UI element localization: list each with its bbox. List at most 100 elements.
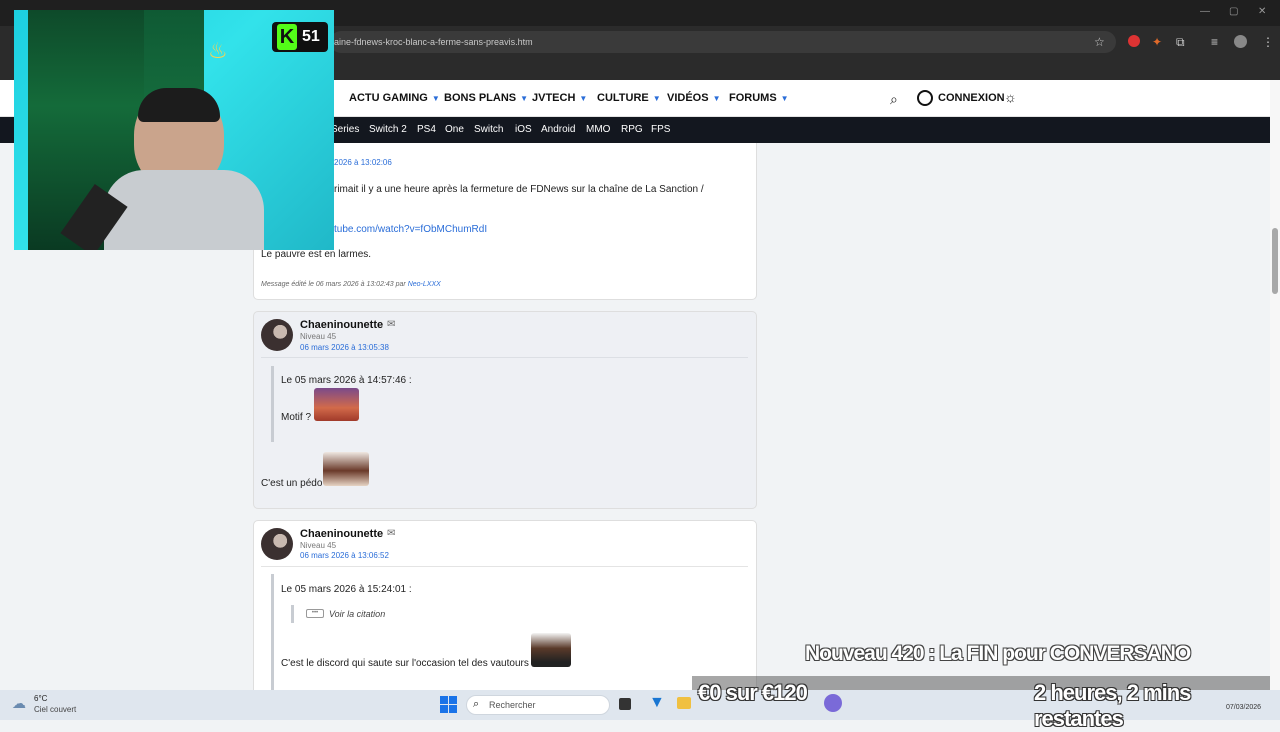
post-edit-note: Message édité le 06 mars 2026 à 13:02:43… [261, 281, 441, 288]
star-icon[interactable]: ☆ [1094, 35, 1105, 49]
nav-label: JVTECH [532, 92, 576, 104]
task-view-icon[interactable] [619, 698, 631, 710]
login-button[interactable]: CONNEXION [938, 92, 1005, 104]
streamer-shirt [104, 170, 264, 250]
extension-icon[interactable] [1128, 35, 1140, 47]
subgoal-text: €0 sur €120 [698, 680, 808, 706]
edit-author-link[interactable]: Neo-LXXX [408, 281, 441, 288]
chevron-down-icon: ▼ [652, 94, 661, 103]
post-link[interactable]: tube.com/watch?v=fObMChumRdI [334, 224, 487, 235]
theme-toggle-icon[interactable]: ☼ [1004, 89, 1017, 105]
scrollbar[interactable] [1270, 80, 1280, 690]
maximize-icon[interactable]: ▢ [1229, 6, 1238, 17]
quote-header: Le 05 mars 2026 à 14:57:46 : [281, 375, 412, 386]
stream-title: Nouveau 420 : La FIN pour CONVERSANO [805, 642, 1191, 665]
profile-icon[interactable] [1234, 35, 1247, 48]
nav-label: ACTU GAMING [349, 92, 428, 104]
nested-quote [291, 605, 294, 623]
nav-videos[interactable]: VIDÉOS ▼ [667, 92, 721, 104]
sticker-image [314, 388, 359, 421]
streamer-cap [138, 88, 220, 122]
nav-culture[interactable]: CULTURE ▼ [597, 92, 661, 104]
subnav-item[interactable]: iOS [515, 124, 532, 135]
nav-jvtech[interactable]: JVTECH ▼ [532, 92, 587, 104]
fire-icon: ♨ [208, 38, 228, 63]
search-icon[interactable]: ⌕ [890, 91, 898, 108]
search-placeholder: Rechercher [489, 700, 536, 710]
subnav-item[interactable]: Switch [474, 124, 503, 135]
sticker-image [323, 452, 369, 486]
post-date[interactable]: 06 mars 2026 à 13:05:38 [300, 343, 389, 352]
sticker-image [531, 633, 571, 667]
nav-label: BONS PLANS [444, 92, 517, 104]
kick-badge: K 51 [272, 22, 328, 52]
nav-actu-gaming[interactable]: ACTU GAMING ▼ [349, 92, 440, 104]
edit-note-text: Message édité le 06 mars 2026 à 13:02:43… [261, 281, 406, 288]
post-author[interactable]: Chaeninounette [300, 528, 383, 540]
search-icon: ⌕ [473, 698, 480, 710]
viewer-count: 51 [302, 28, 320, 45]
post-date[interactable]: 06 mars 2026 à 13:06:52 [300, 551, 389, 560]
quote-text: C'est le discord qui saute sur l'occasio… [281, 658, 529, 669]
media-icon[interactable]: ≡ [1211, 35, 1218, 49]
leaf-extension-icon[interactable]: ✦ [1152, 35, 1162, 49]
chevron-down-icon: ▼ [431, 94, 440, 103]
avatar[interactable] [261, 528, 293, 560]
nav-label: VIDÉOS [667, 92, 709, 104]
subgoal-amount: €0 sur €120 [698, 680, 808, 705]
address-bar[interactable]: aine-fdnews-kroc-blanc-a-ferme-sans-prea… [330, 31, 1116, 53]
nav-forums[interactable]: FORUMS ▼ [729, 92, 789, 104]
cloud-icon: ☁ [12, 695, 26, 711]
menu-icon[interactable]: ⋮ [1262, 35, 1274, 49]
nav-label: CULTURE [597, 92, 649, 104]
mail-icon[interactable]: ✉ [387, 319, 395, 330]
scrollbar-thumb[interactable] [1272, 228, 1278, 294]
divider [261, 566, 748, 567]
expand-quote-icon[interactable]: ••• [306, 609, 324, 618]
subnav-item[interactable]: One [445, 124, 464, 135]
nav-label: FORUMS [729, 92, 777, 104]
chevron-down-icon: ▼ [780, 94, 789, 103]
taskbar-search[interactable]: ⌕ Rechercher [466, 695, 610, 715]
show-quote-link[interactable]: Voir la citation [329, 609, 385, 619]
quote-block [271, 574, 274, 690]
kick-logo: K [277, 24, 297, 50]
folder-icon[interactable] [677, 697, 691, 709]
webcam-overlay: ♨ K 51 [14, 10, 334, 250]
time-remaining: 2 heures, 2 mins restantes [1034, 680, 1191, 731]
mail-icon[interactable]: ✉ [387, 528, 395, 539]
discord-icon[interactable] [824, 694, 842, 712]
subnav-item[interactable]: Series [331, 124, 359, 135]
subnav-item[interactable]: Switch 2 [369, 124, 407, 135]
subnav-item[interactable]: FPS [651, 124, 670, 135]
quote-text: Motif ? [281, 412, 312, 423]
post-text: C'est un pédo [261, 478, 323, 489]
avatar[interactable] [261, 319, 293, 351]
post-level: Niveau 45 [300, 541, 337, 550]
user-icon[interactable] [917, 90, 933, 106]
post-level: Niveau 45 [300, 332, 337, 341]
subnav-item[interactable]: MMO [586, 124, 610, 135]
post-text: Le pauvre est en larmes. [261, 249, 372, 260]
chevron-down-icon: ▼ [579, 94, 588, 103]
url-text: aine-fdnews-kroc-blanc-a-ferme-sans-prea… [334, 37, 533, 47]
weather-desc[interactable]: Ciel couvert [34, 705, 76, 714]
quote-header: Le 05 mars 2026 à 15:24:01 : [281, 584, 412, 595]
quote-block [271, 366, 274, 442]
minimize-icon[interactable]: — [1200, 6, 1210, 17]
weather-temp[interactable]: 6°C [34, 694, 47, 703]
subnav-item[interactable]: RPG [621, 124, 643, 135]
divider [261, 357, 748, 358]
subnav-item[interactable]: Android [541, 124, 575, 135]
post-date[interactable]: 2026 à 13:02:06 [334, 158, 392, 167]
chevron-down-icon: ▼ [520, 94, 529, 103]
windows-start-icon[interactable] [440, 696, 457, 713]
nav-bons-plans[interactable]: BONS PLANS ▼ [444, 92, 528, 104]
post-text: rimait il y a une heure après la fermetu… [334, 184, 704, 195]
chevron-down-icon: ▼ [712, 94, 721, 103]
puzzle-icon[interactable]: ⧉ [1176, 35, 1185, 50]
post-author[interactable]: Chaeninounette [300, 319, 383, 331]
close-icon[interactable]: ✕ [1258, 6, 1266, 17]
subnav-item[interactable]: PS4 [417, 124, 436, 135]
vpn-icon[interactable]: ▼ [649, 694, 665, 712]
